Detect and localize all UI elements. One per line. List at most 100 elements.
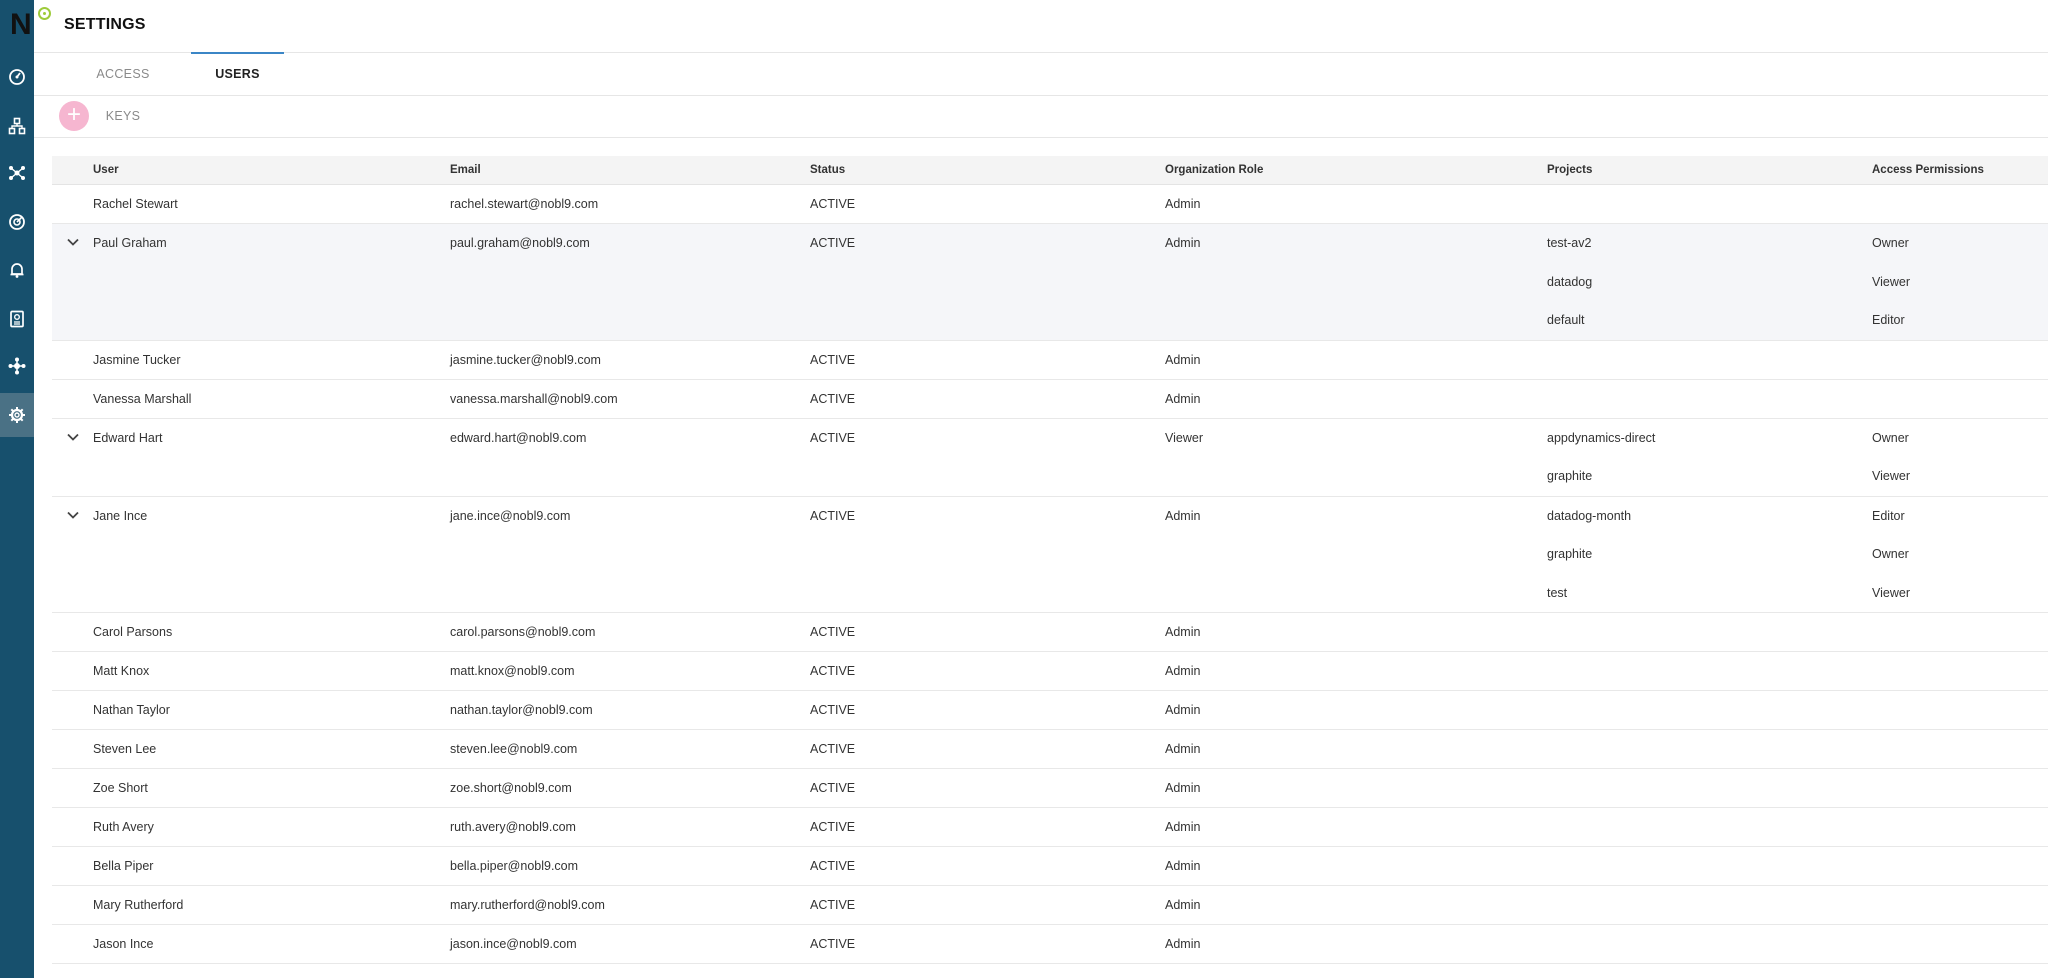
email-cell: steven.lee@nobl9.com [450, 742, 578, 756]
chevron-down-icon[interactable] [52, 224, 93, 262]
table-row[interactable]: Carol Parsons carol.parsons@nobl9.com ACTI… [52, 612, 2048, 652]
table-row[interactable]: Nathan Taylor nathan.taylor@nobl9.com ACTI… [52, 690, 2048, 730]
expand-cell [52, 885, 93, 925]
table-row[interactable]: Jane Ince jane.ince@nobl9.com ACTIVE Admin d… [52, 496, 2048, 613]
permissions-cell [1872, 729, 2048, 769]
table-row[interactable]: Bella Piper bella.piper@nobl9.com ACTIVE Ad… [52, 846, 2048, 886]
organization-role-cell-container: Admin [1165, 690, 1547, 730]
status-cell: ACTIVE [810, 197, 856, 211]
column-header-user[interactable]: User [93, 156, 450, 185]
toolbar: + [34, 96, 2048, 138]
column-header-expand [52, 156, 93, 185]
column-header-organization-role[interactable]: Organization Role [1165, 156, 1547, 185]
email-cell-container: zoe.short@nobl9.com [450, 768, 810, 808]
table-row[interactable]: Matt Knox matt.knox@nobl9.com ACTIVE Admin [52, 651, 2048, 691]
sidebar-item-settings[interactable] [0, 393, 34, 437]
organization-role-cell: Admin [1165, 820, 1201, 834]
project-name-empty [1547, 886, 1872, 924]
integrations-icon [8, 357, 26, 375]
organization-role-cell-container: Admin [1165, 768, 1547, 808]
table-row[interactable]: Rachel Stewart rachel.stewart@nobl9.com AC… [52, 184, 2048, 224]
status-cell: ACTIVE [810, 625, 856, 639]
organization-role-cell: Admin [1165, 781, 1201, 795]
access-permission: Owner [1872, 236, 1909, 250]
project-name: default [1547, 313, 1585, 327]
access-permission: Editor [1872, 313, 1905, 327]
status-cell: ACTIVE [810, 508, 856, 523]
sidebar-item-integrations[interactable] [0, 344, 34, 388]
tab-access-keys[interactable]: ACCESS KEYS [78, 53, 168, 123]
bell-icon [10, 263, 24, 278]
organization-role-cell: Viewer [1165, 430, 1203, 445]
email-cell: mary.rutherford@nobl9.com [450, 898, 605, 912]
table-row[interactable]: Vanessa Marshall vanessa.marshall@nobl9.c… [52, 379, 2048, 419]
table-row[interactable]: Jasmine Tucker jasmine.tucker@nobl9.com AC… [52, 340, 2048, 380]
table-row[interactable]: Ruth Avery ruth.avery@nobl9.com ACTIVE Admi… [52, 807, 2048, 847]
user-name-cell: Matt Knox [93, 664, 150, 678]
sidebar-item-reports[interactable] [0, 297, 34, 341]
access-permission-empty [1872, 185, 2048, 223]
column-header-projects[interactable]: Projects [1547, 156, 1872, 185]
user-name-cell: Carol Parsons [93, 625, 173, 639]
table-row[interactable]: Steven Lee steven.lee@nobl9.com ACTIVE Admi… [52, 729, 2048, 769]
sidebar-item-topology[interactable] [0, 104, 34, 148]
email-cell-container: jason.ince@nobl9.com [450, 924, 810, 964]
column-header-status[interactable]: Status [810, 156, 1165, 185]
organization-role-cell: Admin [1165, 352, 1201, 367]
sidebar-item-dashboard[interactable] [0, 55, 34, 99]
status-cell-container: ACTIVE [810, 885, 1165, 925]
table-row[interactable]: Paul Graham paul.graham@nobl9.com ACTIVE Ad… [52, 223, 2048, 341]
expand-cell [52, 651, 93, 691]
table-row[interactable]: Mary Rutherford mary.rutherford@nobl9.com… [52, 885, 2048, 925]
project-name: graphite [1547, 469, 1593, 483]
organization-role-cell: Admin [1165, 508, 1201, 523]
user-name-cell-container: Ruth Avery [93, 807, 450, 847]
permissions-cell [1872, 768, 2048, 808]
email-cell: nathan.taylor@nobl9.com [450, 703, 593, 717]
projects-cell [1547, 885, 1872, 925]
sidebar-item-slo[interactable] [0, 200, 34, 244]
permissions-cell [1872, 924, 2048, 964]
email-cell-container: vanessa.marshall@nobl9.com [450, 379, 810, 419]
user-name-cell: Ruth Avery [93, 820, 154, 834]
sidebar-item-alerts[interactable] [0, 248, 34, 292]
user-name-cell-container: Mary Rutherford [93, 885, 450, 925]
project-name: graphite [1547, 547, 1593, 561]
add-user-button[interactable]: + [59, 101, 89, 131]
projects-cell [1547, 340, 1872, 380]
table-row[interactable]: Jason Ince jason.ince@nobl9.com ACTIVE Admi… [52, 924, 2048, 964]
access-permission-empty [1872, 769, 2048, 807]
access-permission-empty [1872, 925, 2048, 963]
email-cell: carol.parsons@nobl9.com [450, 625, 596, 639]
user-name-cell: Zoe Short [93, 781, 148, 795]
chevron-down-icon[interactable] [52, 419, 93, 457]
status-cell-container: ACTIVE [810, 223, 1165, 341]
column-header-access-permissions[interactable]: Access Permissions [1872, 156, 2048, 185]
user-name-cell: Jane Ince [93, 508, 148, 523]
status-cell-container: ACTIVE [810, 729, 1165, 769]
expand-cell [52, 729, 93, 769]
user-name-cell-container: Edward Hart [93, 418, 450, 497]
column-header-email[interactable]: Email [450, 156, 810, 185]
project-name: datadog-month [1547, 508, 1632, 523]
table-row[interactable]: Edward Hart edward.hart@nobl9.com ACTIVE Vi… [52, 418, 2048, 497]
table-row[interactable]: Zoe Short zoe.short@nobl9.com ACTIVE Admin [52, 768, 2048, 808]
status-cell: ACTIVE [810, 820, 856, 834]
tab-users[interactable]: USERS [191, 52, 284, 95]
organization-role-cell-container: Admin [1165, 924, 1547, 964]
project-name-empty [1547, 925, 1872, 963]
permissions-cell [1872, 184, 2048, 224]
email-cell-container: matt.knox@nobl9.com [450, 651, 810, 691]
chevron-down-icon[interactable] [52, 497, 93, 535]
permissions-cell [1872, 340, 2048, 380]
expand-cell [52, 846, 93, 886]
projects-cell: datadog-month graphite test [1547, 496, 1872, 613]
user-name-cell: Vanessa Marshall [93, 391, 192, 406]
sidebar-item-network[interactable] [0, 151, 34, 195]
email-cell-container: jane.ince@nobl9.com [450, 496, 810, 613]
access-permission-empty [1872, 613, 2048, 651]
project-name-empty [1547, 613, 1872, 651]
project-name-empty [1547, 341, 1872, 379]
project-name: datadog [1547, 274, 1593, 289]
project-name-empty [1547, 185, 1872, 223]
